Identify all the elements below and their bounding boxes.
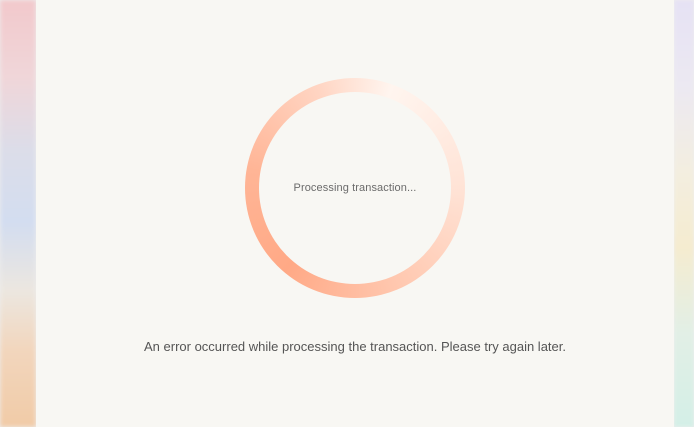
processing-status-text: Processing transaction... [293,182,417,194]
right-gradient-edge [674,0,694,427]
error-message: An error occurred while processing the t… [144,339,566,354]
page-backdrop: Processing transaction... An error occur… [0,0,694,427]
left-gradient-edge [0,0,36,427]
transaction-card: Processing transaction... An error occur… [36,0,674,427]
loading-spinner: Processing transaction... [245,78,465,298]
